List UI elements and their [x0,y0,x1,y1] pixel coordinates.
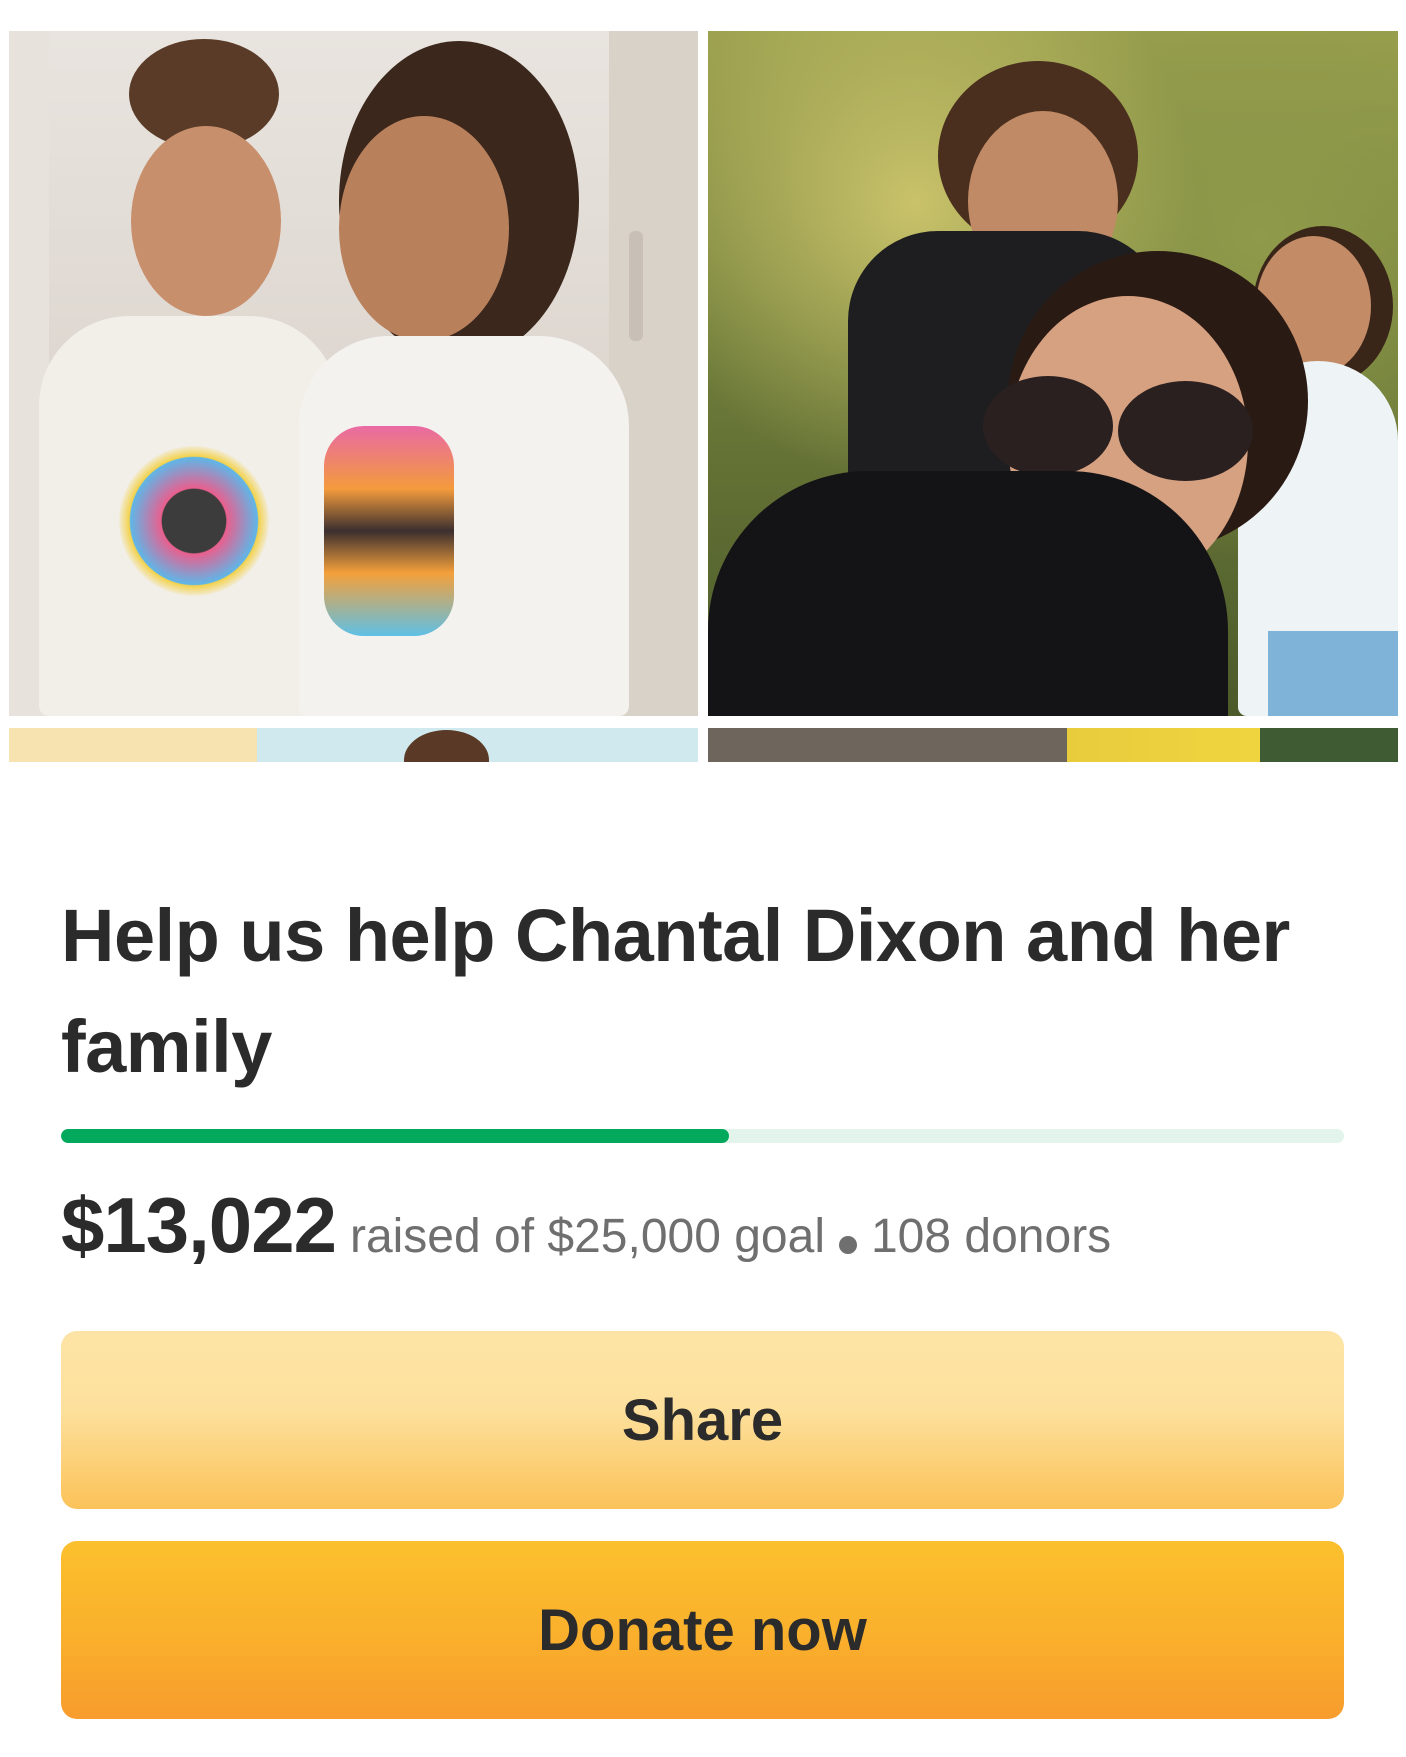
campaign-title: Help us help Chantal Dixon and her famil… [61,894,1290,1088]
fundraising-stats: $13,022 raised of $25,000 goal 108 donors [61,1180,1111,1271]
fundraising-progress-bar [61,1129,1344,1143]
photo-gallery [0,0,1406,770]
separator-dot-icon [838,1235,857,1254]
gallery-photo-two-girls[interactable] [9,31,698,716]
amount-raised: $13,022 [61,1181,337,1269]
gallery-photo-family-selfie[interactable] [708,31,1398,716]
progress-bar-fill [61,1129,730,1143]
share-button[interactable]: Share [61,1331,1344,1509]
gallery-photo-partial-3[interactable] [9,728,698,762]
goal-text: raised of $25,000 goal [349,1210,825,1263]
donate-now-button[interactable]: Donate now [61,1541,1344,1719]
gallery-photo-partial-4[interactable] [708,728,1398,762]
donor-count: 108 donors [870,1210,1112,1263]
